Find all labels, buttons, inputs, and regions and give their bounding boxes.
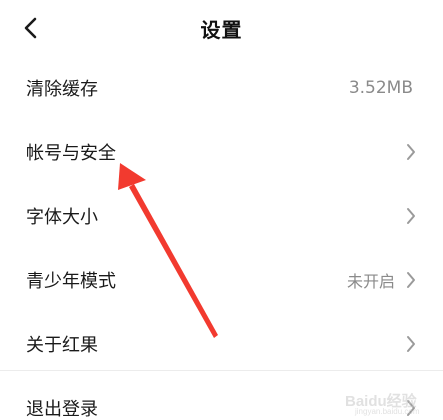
logout-divider (0, 370, 443, 371)
settings-item-account-security[interactable]: 帐号与安全 (0, 120, 443, 184)
settings-item-label: 青少年模式 (26, 271, 116, 292)
settings-item-label: 关于红果 (26, 335, 98, 356)
settings-item-font-size[interactable]: 字体大小 (0, 184, 443, 248)
chevron-right-icon (405, 206, 417, 226)
settings-item-label: 帐号与安全 (26, 143, 116, 164)
baidu-watermark: Baidu经验 jingyan.baidu.com (345, 390, 437, 418)
watermark-url: jingyan.baidu.com (355, 407, 420, 416)
settings-item-label: 字体大小 (26, 207, 98, 228)
settings-item-youth-mode[interactable]: 青少年模式 未开启 (0, 248, 443, 312)
settings-list: 清除缓存 3.52MB 帐号与安全 字体大小 青少年模式 未开启 关于红果 退出… (0, 56, 443, 420)
settings-item-label: 清除缓存 (26, 79, 98, 100)
chevron-right-icon (405, 270, 417, 290)
settings-screen: 设置 清除缓存 3.52MB 帐号与安全 字体大小 青少年模式 未开启 关于红果… (0, 0, 443, 420)
settings-item-clear-cache[interactable]: 清除缓存 3.52MB (0, 56, 443, 120)
youth-mode-status: 未开启 (346, 272, 395, 291)
settings-item-about[interactable]: 关于红果 (0, 312, 443, 376)
chevron-right-icon (405, 334, 417, 354)
cache-size-value: 3.52MB (348, 78, 413, 98)
header: 设置 (0, 0, 443, 56)
back-button[interactable] (14, 12, 48, 44)
page-title: 设置 (200, 17, 243, 42)
chevron-left-icon (24, 17, 37, 39)
chevron-right-icon (405, 142, 417, 162)
